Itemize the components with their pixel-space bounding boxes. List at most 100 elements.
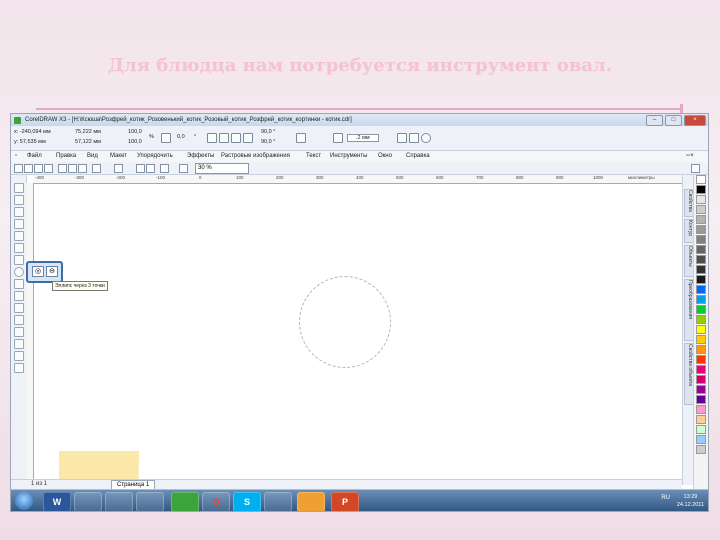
angle-field[interactable]: 0,0 bbox=[177, 134, 185, 140]
palette-swatch[interactable] bbox=[696, 395, 706, 404]
circle-icon[interactable] bbox=[421, 133, 431, 143]
palette-swatch[interactable] bbox=[696, 325, 706, 334]
open-icon[interactable] bbox=[24, 164, 33, 173]
outline-width-select[interactable]: .2 мм bbox=[347, 134, 379, 142]
corel-online-icon[interactable] bbox=[179, 164, 188, 173]
palette-swatch[interactable] bbox=[696, 225, 706, 234]
ellipse-mode-icon[interactable] bbox=[219, 133, 229, 143]
palette-swatch[interactable] bbox=[696, 235, 706, 244]
palette-swatch[interactable] bbox=[696, 335, 706, 344]
scale-width-field[interactable]: 100,0 bbox=[128, 129, 142, 135]
palette-swatch[interactable] bbox=[696, 305, 706, 314]
polygon-tool-icon[interactable] bbox=[14, 279, 24, 289]
palette-swatch[interactable] bbox=[696, 425, 706, 434]
palette-swatch[interactable] bbox=[696, 175, 706, 184]
ellipse-outline[interactable] bbox=[299, 276, 391, 368]
y-position-field[interactable]: y: 57,535 мм bbox=[14, 139, 46, 145]
ellipse-tool-icon[interactable] bbox=[14, 267, 24, 277]
minimize-button[interactable]: – bbox=[646, 115, 663, 126]
mirror-horizontal-icon[interactable] bbox=[207, 133, 217, 143]
import-icon[interactable] bbox=[136, 164, 145, 173]
pick-tool-icon[interactable] bbox=[14, 183, 24, 193]
menu-effects[interactable]: Эффекты bbox=[187, 151, 214, 162]
start-angle-field[interactable]: 90,0 ° bbox=[261, 129, 275, 135]
pie-mode-icon[interactable] bbox=[231, 133, 241, 143]
doc-controls[interactable]: ▫▫× bbox=[686, 151, 694, 162]
taskbar-clock[interactable]: 13:29 24.12.2011 bbox=[677, 493, 704, 509]
interactive-fill-tool-icon[interactable] bbox=[14, 363, 24, 373]
palette-swatch[interactable] bbox=[696, 205, 706, 214]
copy-icon[interactable] bbox=[68, 164, 77, 173]
palette-swatch[interactable] bbox=[696, 215, 706, 224]
zoom-tool-icon[interactable] bbox=[14, 219, 24, 229]
options-icon[interactable] bbox=[691, 164, 700, 173]
close-button[interactable]: × bbox=[684, 115, 706, 126]
interactive-blend-tool-icon[interactable] bbox=[14, 315, 24, 325]
tray-language[interactable]: RU bbox=[661, 495, 670, 501]
cut-icon[interactable] bbox=[58, 164, 67, 173]
word-taskbar-icon[interactable]: W bbox=[43, 492, 71, 511]
media-player-taskbar-icon[interactable] bbox=[105, 492, 133, 511]
smart-fill-tool-icon[interactable] bbox=[14, 243, 24, 253]
palette-swatch[interactable] bbox=[696, 445, 706, 454]
eyedropper-tool-icon[interactable] bbox=[14, 327, 24, 337]
palette-swatch[interactable] bbox=[696, 345, 706, 354]
paste-icon[interactable] bbox=[78, 164, 87, 173]
end-angle-field[interactable]: 90,0 ° bbox=[261, 139, 275, 145]
lock-ratio-icon[interactable] bbox=[161, 133, 171, 143]
menu-tools[interactable]: Инструменты bbox=[330, 151, 367, 162]
undo-icon[interactable] bbox=[92, 164, 101, 173]
basic-shapes-tool-icon[interactable] bbox=[14, 291, 24, 301]
x-position-field[interactable]: x: -240,094 мм bbox=[14, 129, 51, 135]
palette-swatch[interactable] bbox=[696, 435, 706, 444]
page-navigator[interactable]: 1 из 1 bbox=[31, 480, 47, 489]
export-icon[interactable] bbox=[146, 164, 155, 173]
maximize-button[interactable]: □ bbox=[665, 115, 682, 126]
menu-arrange[interactable]: Упорядочить bbox=[137, 151, 173, 162]
explorer-taskbar-icon[interactable] bbox=[74, 492, 102, 511]
opera-taskbar-icon[interactable]: O bbox=[202, 492, 230, 511]
menu-view[interactable]: Вид bbox=[87, 151, 98, 162]
print-icon[interactable] bbox=[44, 164, 53, 173]
powerpoint-taskbar-icon[interactable]: P bbox=[331, 492, 359, 511]
text-tool-icon[interactable] bbox=[14, 303, 24, 313]
save-icon[interactable] bbox=[34, 164, 43, 173]
palette-swatch[interactable] bbox=[696, 405, 706, 414]
new-icon[interactable] bbox=[14, 164, 23, 173]
scale-height-field[interactable]: 100,0 bbox=[128, 139, 142, 145]
three-point-ellipse-icon[interactable]: ⊖ bbox=[46, 266, 58, 277]
photo-viewer-taskbar-icon[interactable] bbox=[264, 492, 292, 511]
direction-icon[interactable] bbox=[296, 133, 306, 143]
palette-swatch[interactable] bbox=[696, 415, 706, 424]
palette-swatch[interactable] bbox=[696, 185, 706, 194]
palette-swatch[interactable] bbox=[696, 355, 706, 364]
palette-swatch[interactable] bbox=[696, 265, 706, 274]
coreldraw-taskbar-icon[interactable] bbox=[171, 492, 199, 511]
skype-taskbar-icon[interactable]: S bbox=[233, 492, 261, 511]
palette-swatch[interactable] bbox=[696, 285, 706, 294]
menu-text[interactable]: Текст bbox=[306, 151, 321, 162]
outline-pen-icon[interactable] bbox=[333, 133, 343, 143]
palette-swatch[interactable] bbox=[696, 255, 706, 264]
outline-tool-icon[interactable] bbox=[14, 339, 24, 349]
convert-to-curves-icon[interactable] bbox=[409, 133, 419, 143]
palette-swatch[interactable] bbox=[696, 245, 706, 254]
shape-tool-icon[interactable] bbox=[14, 195, 24, 205]
palette-swatch[interactable] bbox=[696, 365, 706, 374]
ellipse-tool-icon[interactable]: ◎ bbox=[32, 266, 44, 277]
palette-swatch[interactable] bbox=[696, 315, 706, 324]
freehand-tool-icon[interactable] bbox=[14, 231, 24, 241]
zoom-level-select[interactable]: 30 % bbox=[195, 163, 249, 174]
menu-window[interactable]: Окно bbox=[378, 151, 392, 162]
rectangle-tool-icon[interactable] bbox=[14, 255, 24, 265]
palette-swatch[interactable] bbox=[696, 275, 706, 284]
fill-tool-icon[interactable] bbox=[14, 351, 24, 361]
menu-bitmaps[interactable]: Растровые изображения bbox=[221, 151, 290, 162]
palette-swatch[interactable] bbox=[696, 375, 706, 384]
menu-layout[interactable]: Макет bbox=[110, 151, 127, 162]
pen-taskbar-icon[interactable] bbox=[136, 492, 164, 511]
app-taskbar-icon[interactable] bbox=[297, 492, 325, 511]
crop-tool-icon[interactable] bbox=[14, 207, 24, 217]
start-button[interactable] bbox=[15, 492, 33, 510]
menu-edit[interactable]: Правка bbox=[56, 151, 76, 162]
